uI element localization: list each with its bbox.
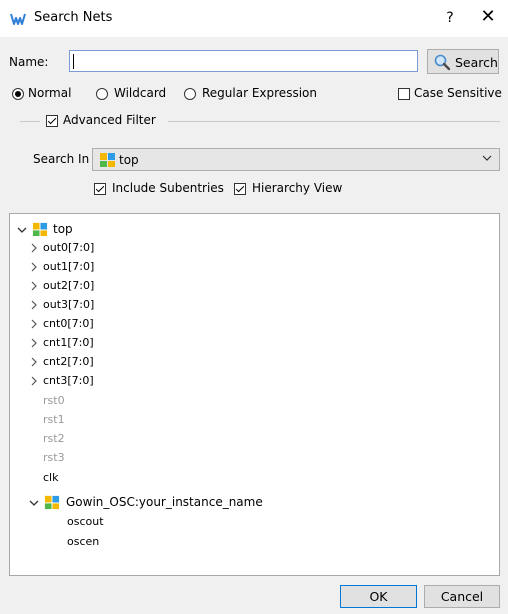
search-in-combobox[interactable]: top — [92, 148, 500, 171]
tree-root-top[interactable]: top — [53, 222, 73, 236]
group-line-left — [20, 121, 40, 122]
chevron-down-icon — [482, 155, 492, 161]
module-icon — [32, 222, 48, 237]
expand-arrow-icon[interactable] — [17, 225, 27, 235]
expand-arrow-icon[interactable] — [29, 498, 39, 508]
window-title: Search Nets — [34, 10, 113, 25]
module-icon — [100, 153, 115, 167]
advanced-filter-label: Advanced Filter — [63, 113, 156, 127]
collapse-arrow-icon[interactable] — [29, 338, 39, 348]
net-tree[interactable]: top out0[7:0] out1[7:0] out2[7:0] out3[7… — [9, 213, 500, 576]
collapse-arrow-icon[interactable] — [29, 243, 39, 253]
radio-normal-label: Normal — [28, 86, 72, 100]
tree-item[interactable]: cnt0[7:0] — [43, 317, 94, 330]
gowin-logo-icon — [10, 13, 26, 25]
include-subentries-label: Include Subentries — [112, 181, 224, 195]
cancel-button[interactable]: Cancel — [424, 585, 500, 608]
tree-item[interactable]: out3[7:0] — [43, 298, 94, 311]
search-icon — [434, 54, 451, 71]
group-line-right — [168, 121, 500, 122]
ok-button[interactable]: OK — [340, 585, 417, 608]
name-label: Name: — [9, 55, 49, 69]
search-in-label: Search In — [33, 152, 90, 166]
module-icon — [44, 495, 60, 510]
tree-item[interactable]: cnt3[7:0] — [43, 374, 94, 387]
tree-item[interactable]: oscout — [67, 515, 104, 528]
collapse-arrow-icon[interactable] — [29, 357, 39, 367]
text-caret — [73, 54, 74, 69]
title-bar: Search Nets ? ✕ — [0, 0, 508, 37]
tree-item[interactable]: out0[7:0] — [43, 241, 94, 254]
collapse-arrow-icon[interactable] — [29, 262, 39, 272]
case-sensitive-checkbox[interactable] — [398, 88, 410, 100]
tree-item[interactable]: out1[7:0] — [43, 260, 94, 273]
tree-item[interactable]: out2[7:0] — [43, 279, 94, 292]
include-subentries-checkbox[interactable] — [94, 183, 106, 195]
collapse-arrow-icon[interactable] — [29, 300, 39, 310]
tree-item[interactable]: oscen — [67, 535, 99, 548]
hierarchy-view-label: Hierarchy View — [252, 181, 343, 195]
collapse-arrow-icon[interactable] — [29, 281, 39, 291]
tree-item-disabled: rst2 — [43, 432, 65, 445]
radio-normal[interactable] — [12, 88, 24, 100]
collapse-arrow-icon[interactable] — [29, 376, 39, 386]
radio-regular-expression-label: Regular Expression — [202, 86, 317, 100]
advanced-filter-checkbox[interactable] — [46, 115, 58, 127]
tree-item-clk[interactable]: clk — [43, 471, 58, 484]
case-sensitive-label: Case Sensitive — [414, 86, 502, 100]
close-button[interactable]: ✕ — [476, 5, 500, 29]
search-button-label: Search — [455, 55, 498, 70]
radio-wildcard-label: Wildcard — [114, 86, 167, 100]
search-in-value: top — [119, 153, 139, 167]
tree-item[interactable]: cnt1[7:0] — [43, 336, 94, 349]
search-button[interactable]: Search — [427, 49, 499, 74]
help-button[interactable]: ? — [440, 7, 460, 29]
collapse-arrow-icon[interactable] — [29, 319, 39, 329]
radio-wildcard[interactable] — [96, 88, 108, 100]
radio-regular-expression[interactable] — [184, 88, 196, 100]
tree-item-disabled: rst3 — [43, 451, 65, 464]
tree-item-instance[interactable]: Gowin_OSC:your_instance_name — [66, 495, 263, 509]
name-input[interactable] — [69, 50, 418, 72]
tree-item[interactable]: cnt2[7:0] — [43, 355, 94, 368]
hierarchy-view-checkbox[interactable] — [234, 183, 246, 195]
tree-item-disabled: rst1 — [43, 413, 65, 426]
tree-item-disabled: rst0 — [43, 394, 65, 407]
